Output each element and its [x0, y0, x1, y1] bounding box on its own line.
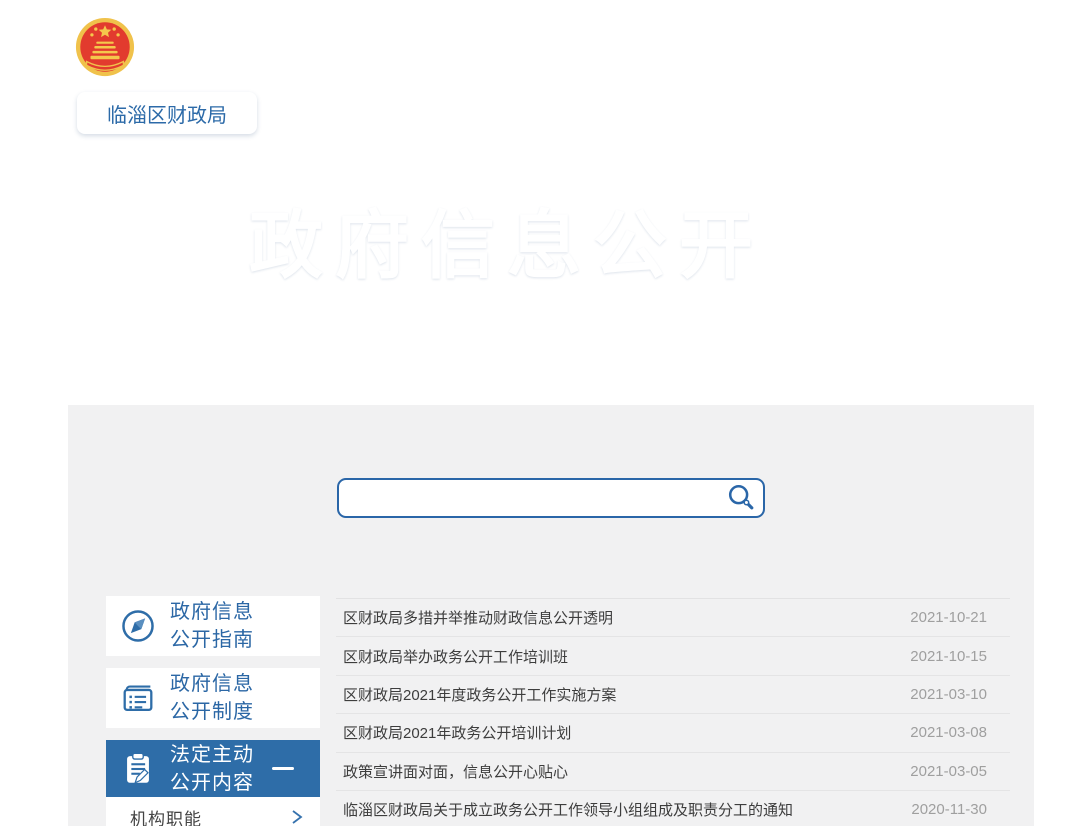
department-button[interactable]: 临淄区财政局 — [77, 92, 257, 134]
article-date: 2021-10-15 — [910, 647, 987, 665]
article-row[interactable]: 政策宣讲面对面，信息公开心贴心 2021-03-05 — [336, 753, 1010, 791]
sidebar-item-open-guide[interactable]: 政府信息 公开指南 — [106, 596, 320, 656]
search-button[interactable] — [719, 480, 763, 516]
article-date: 2021-03-05 — [910, 762, 987, 780]
article-row[interactable]: 区财政局多措并举推动财政信息公开透明 2021-10-21 — [336, 599, 1010, 638]
label-line1: 政府信息 — [170, 601, 254, 623]
article-row[interactable]: 区财政局2021年政务公开培训计划 2021-03-08 — [336, 714, 1010, 753]
article-row[interactable]: 区财政局举办政务公开工作培训班 2021-10-15 — [336, 637, 1010, 676]
label-line2: 公开指南 — [170, 629, 254, 651]
content-panel: 政府信息 公开指南 政府信息 公开制度 法定主动 公开内容 机构职能 区财政局多… — [68, 405, 1034, 826]
clipboard-pencil-icon — [106, 750, 170, 788]
collapse-minus-icon[interactable] — [272, 767, 294, 770]
sidebar-item-label: 政府信息 公开指南 — [170, 598, 254, 654]
sidebar-item-statutory-disclosure[interactable]: 法定主动 公开内容 — [106, 740, 320, 797]
article-date: 2021-10-21 — [910, 609, 987, 627]
article-title[interactable]: 区财政局多措并举推动财政信息公开透明 — [336, 607, 910, 628]
site-title: 临淄区人民政府 — [144, 34, 347, 65]
site-brand: 临淄区人民政府 — [74, 16, 347, 78]
page-title: 政府信息公开 — [249, 204, 765, 287]
article-date: 2020-11-30 — [911, 801, 987, 819]
chevron-right-icon — [290, 808, 304, 826]
label-line2: 公开制度 — [170, 701, 254, 723]
sidebar-item-label: 政府信息 公开制度 — [170, 670, 254, 726]
article-title[interactable]: 区财政局2021年政务公开培训计划 — [336, 722, 910, 743]
sidebar-menu: 政府信息 公开指南 政府信息 公开制度 法定主动 公开内容 机构职能 — [106, 596, 320, 826]
book-icon — [106, 679, 170, 717]
title-underline — [440, 292, 845, 295]
search-input[interactable] — [339, 480, 719, 516]
search-box — [337, 478, 765, 518]
submenu-label: 机构职能 — [130, 809, 202, 826]
article-date: 2021-03-10 — [910, 685, 987, 703]
compass-icon — [106, 607, 170, 645]
article-title[interactable]: 区财政局2021年度政务公开工作实施方案 — [336, 684, 910, 705]
label-line2: 公开内容 — [170, 771, 254, 794]
search-icon — [728, 485, 754, 510]
label-line1: 法定主动 — [170, 743, 254, 766]
page: 临淄区人民政府 临淄区财政局 政府信息公开 政府信息 公开指南 政府信息 公开制… — [0, 0, 1088, 826]
article-list: 区财政局多措并举推动财政信息公开透明 2021-10-21 区财政局举办政务公开… — [336, 598, 1010, 826]
national-emblem-logo — [75, 17, 135, 77]
article-title[interactable]: 区财政局举办政务公开工作培训班 — [336, 646, 910, 667]
label-line1: 政府信息 — [170, 673, 254, 695]
article-title[interactable]: 政策宣讲面对面，信息公开心贴心 — [336, 761, 910, 782]
sidebar-item-label: 法定主动 公开内容 — [170, 741, 254, 797]
article-row[interactable]: 临淄区财政局关于成立政务公开工作领导小组组成及职责分工的通知 2020-11-3… — [336, 791, 1010, 826]
sidebar-item-open-rules[interactable]: 政府信息 公开制度 — [106, 668, 320, 728]
article-title[interactable]: 临淄区财政局关于成立政务公开工作领导小组组成及职责分工的通知 — [336, 799, 911, 820]
sidebar-subitem-agency-functions[interactable]: 机构职能 — [106, 797, 320, 826]
article-row[interactable]: 区财政局2021年度政务公开工作实施方案 2021-03-10 — [336, 676, 1010, 715]
article-date: 2021-03-08 — [910, 724, 987, 742]
